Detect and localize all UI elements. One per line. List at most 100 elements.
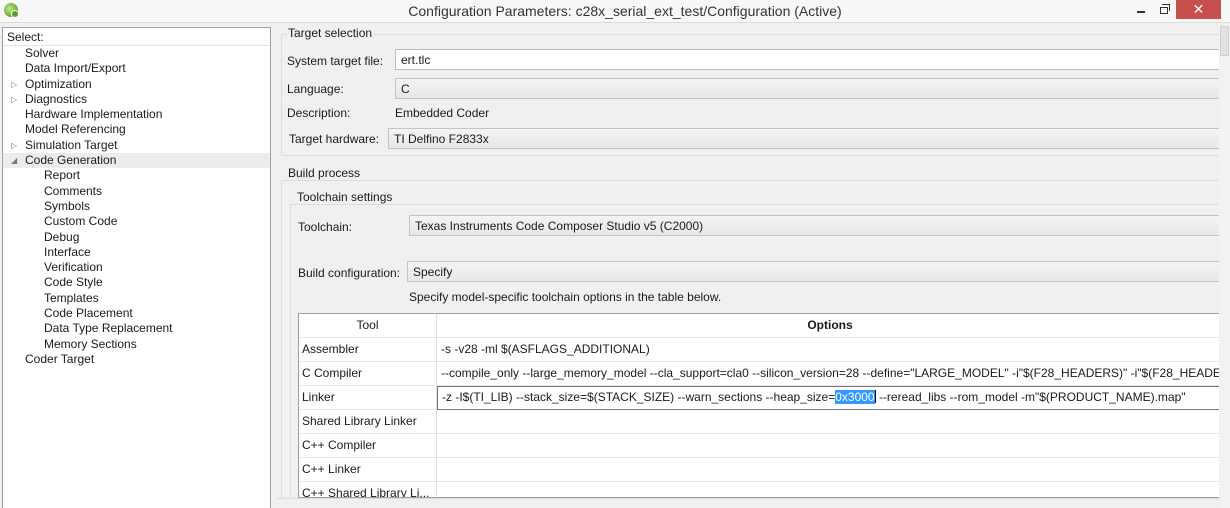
tree-item[interactable]: ▷ Simulation Target	[3, 138, 270, 153]
language-dropdown[interactable]: C	[395, 78, 1223, 99]
selected-text[interactable]: 0x3000	[835, 390, 875, 404]
tree-item[interactable]: Code Style	[3, 275, 270, 290]
tree-item[interactable]: Comments	[3, 184, 270, 199]
tree-item-label: Verification	[44, 260, 103, 275]
system-target-file-input[interactable]: ert.tlc	[395, 49, 1223, 70]
title-bar: Configuration Parameters: c28x_serial_ex…	[0, 0, 1230, 23]
table-row[interactable]: Shared Library Linker	[299, 410, 1223, 434]
tree-item[interactable]: Hardware Implementation	[3, 107, 270, 122]
toolchain-settings-title: Toolchain settings	[295, 190, 395, 204]
tree-item-label: Custom Code	[44, 214, 118, 229]
minimize-icon	[1137, 11, 1145, 13]
window-title: Configuration Parameters: c28x_serial_ex…	[408, 3, 842, 19]
tree-item[interactable]: Interface	[3, 245, 270, 260]
tool-name-cell: C++ Shared Library Li...	[299, 482, 437, 497]
select-label: Select:	[3, 28, 270, 46]
tree-item-label: Coder Target	[25, 351, 95, 366]
tool-name-cell: C++ Compiler	[299, 434, 437, 458]
options-cell-editor[interactable]: -z -I$(TI_LIB) --stack_size=$(STACK_SIZE…	[437, 386, 1223, 410]
close-button[interactable]: ✕	[1176, 0, 1221, 19]
toolchain-label: Toolchain:	[298, 220, 353, 234]
tree-item[interactable]: Code Placement	[3, 306, 270, 321]
tree-item-label: Code Placement	[44, 306, 133, 321]
tree-item[interactable]: Solver	[3, 46, 270, 61]
tree-item-label: Symbols	[44, 198, 91, 213]
options-text-after: --reread_libs --rom_model -m"$(PRODUCT_N…	[875, 390, 1186, 404]
tree-item-label: Data Type Replacement	[44, 321, 173, 336]
tree-item[interactable]: ▷ Diagnostics	[3, 92, 270, 107]
options-cell[interactable]: -s -v28 -ml $(ASFLAGS_ADDITIONAL)	[437, 338, 1223, 362]
restore-icon	[1160, 3, 1170, 14]
tree-item[interactable]: Memory Sections	[3, 337, 270, 352]
table-row[interactable]: C Compiler --compile_only --large_memory…	[299, 362, 1223, 386]
description-value: Embedded Coder	[395, 106, 490, 120]
build-process-title: Build process	[286, 166, 363, 180]
table-row[interactable]: C++ Linker	[299, 458, 1223, 482]
table-row[interactable]: C++ Shared Library Li...	[299, 482, 1223, 497]
collapse-arrow-icon[interactable]: ◢	[11, 153, 17, 168]
tree-item[interactable]: Data Import/Export	[3, 61, 270, 76]
scrollbar-thumb[interactable]	[1220, 26, 1229, 56]
tree-item[interactable]: Custom Code	[3, 214, 270, 229]
tool-name-cell: Shared Library Linker	[299, 410, 437, 434]
language-label: Language:	[287, 82, 344, 96]
toolchain-dropdown[interactable]: Texas Instruments Code Composer Studio v…	[409, 215, 1223, 236]
tree-item[interactable]: ▷ Optimization	[3, 77, 270, 92]
table-row[interactable]: Linker -z -I$(TI_LIB) --stack_size=$(STAC…	[299, 386, 1223, 410]
tool-name-cell: C++ Linker	[299, 458, 437, 482]
expand-arrow-icon[interactable]: ▷	[11, 77, 17, 92]
tree-item-label: Simulation Target	[25, 137, 118, 152]
tree-item-label: Solver	[25, 46, 60, 60]
tree-item-label: Templates	[44, 290, 99, 305]
toolchain-options-table: Tool Options Assembler -s -v28 -ml $(ASFL…	[298, 313, 1224, 498]
description-label: Description:	[287, 106, 351, 120]
build-configuration-label: Build configuration:	[298, 266, 401, 280]
tree-item[interactable]: Verification	[3, 260, 270, 275]
tool-name-cell: Linker	[299, 386, 437, 410]
tree-item-label: Debug	[44, 229, 80, 244]
column-header-options[interactable]: Options	[437, 314, 1223, 338]
tree-item-label: Hardware Implementation	[25, 107, 163, 122]
options-text-before: -z -I$(TI_LIB) --stack_size=$(STACK_SIZE…	[442, 390, 836, 404]
options-cell[interactable]: --compile_only --large_memory_model --cl…	[437, 362, 1223, 386]
target-hardware-label: Target hardware:	[289, 132, 380, 146]
tree-item-label: Model Referencing	[25, 122, 126, 137]
tree-item[interactable]: Debug	[3, 230, 270, 245]
category-tree-panel: Select: Solver Data Import/Export ▷ Optimiz…	[2, 27, 271, 508]
tree-item[interactable]: Data Type Replacement	[3, 321, 270, 336]
tree-item-label: Report	[44, 168, 81, 183]
vertical-scrollbar[interactable]	[1219, 25, 1230, 508]
tree-item-label: Code Generation	[25, 153, 117, 168]
restore-button[interactable]	[1150, 0, 1178, 20]
tree-item-label: Diagnostics	[25, 91, 88, 106]
category-tree[interactable]: Solver Data Import/Export ▷ Optimization ▷ Di…	[3, 46, 270, 367]
tree-item[interactable]: ◢ Code Generation	[3, 153, 270, 169]
tree-item[interactable]: Symbols	[3, 199, 270, 214]
system-target-file-label: System target file:	[287, 54, 384, 68]
build-configuration-dropdown[interactable]: Specify	[407, 261, 1223, 282]
tree-item-label: Memory Sections	[44, 336, 137, 351]
options-cell[interactable]	[437, 410, 1223, 434]
tree-item-label: Interface	[44, 244, 91, 259]
expand-arrow-icon[interactable]: ▷	[11, 92, 17, 107]
expand-arrow-icon[interactable]: ▷	[11, 138, 17, 153]
tree-item-label: Code Style	[44, 275, 103, 290]
options-cell[interactable]	[437, 458, 1223, 482]
column-header-tool[interactable]: Tool	[299, 314, 437, 338]
options-cell[interactable]	[437, 434, 1223, 458]
target-selection-title: Target selection	[286, 26, 375, 40]
tree-item-label: Data Import/Export	[25, 61, 126, 76]
tree-item[interactable]: Templates	[3, 291, 270, 306]
options-cell[interactable]	[437, 482, 1223, 497]
tree-item[interactable]: Coder Target	[3, 352, 270, 367]
close-icon: ✕	[1192, 1, 1205, 17]
tool-name-cell: Assembler	[299, 338, 437, 362]
tree-item[interactable]: Report	[3, 168, 270, 183]
toolchain-options-hint: Specify model-specific toolchain options…	[409, 290, 722, 304]
target-hardware-dropdown[interactable]: TI Delfino F2833x	[388, 128, 1223, 149]
tree-item[interactable]: Model Referencing	[3, 122, 270, 137]
tree-item-label: Optimization	[25, 76, 92, 91]
table-row[interactable]: C++ Compiler	[299, 434, 1223, 458]
tool-name-cell: C Compiler	[299, 362, 437, 386]
table-row[interactable]: Assembler -s -v28 -ml $(ASFLAGS_ADDITIONA…	[299, 338, 1223, 362]
